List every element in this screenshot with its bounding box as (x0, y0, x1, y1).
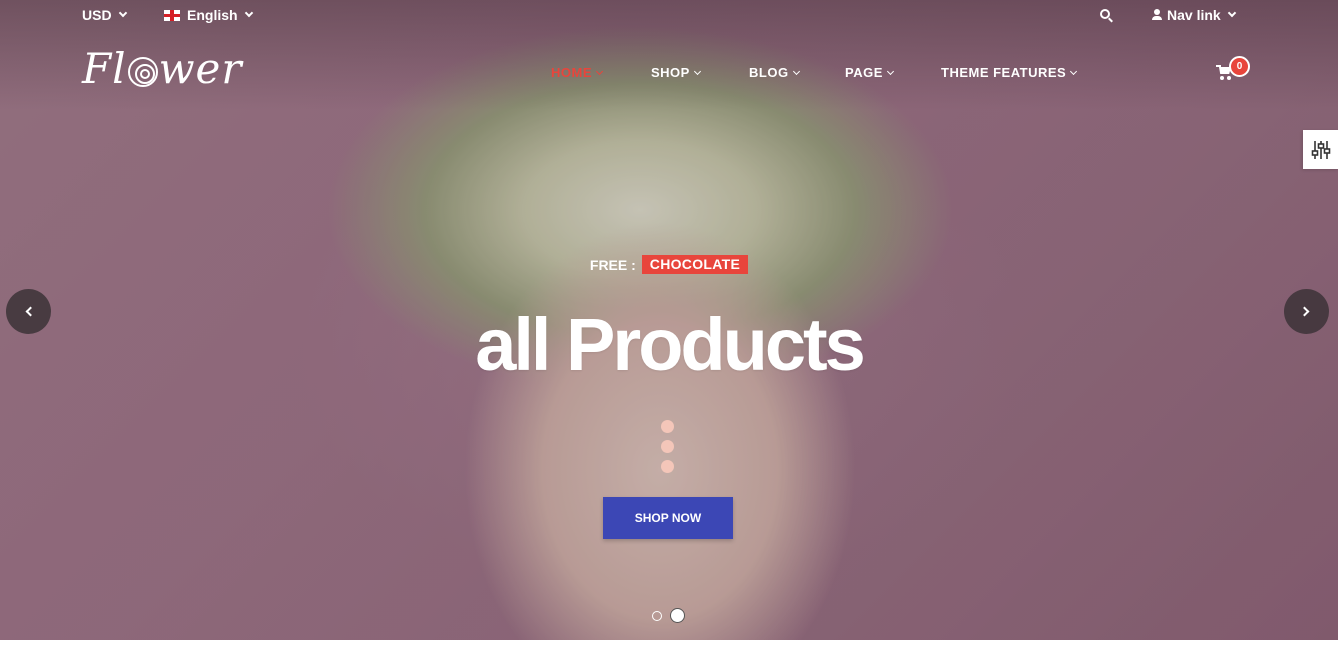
logo-text-end: wer (158, 44, 243, 93)
nav-item-label: SHOP (651, 65, 690, 80)
slide-dot-2[interactable] (670, 608, 685, 623)
chevron-down-icon (1070, 67, 1078, 75)
nav-item-page[interactable]: PAGE (845, 65, 894, 80)
nav-item-theme-features[interactable]: THEME FEATURES (941, 65, 1078, 80)
nav-link-dropdown[interactable]: Nav link (1151, 7, 1236, 23)
nav-item-label: PAGE (845, 65, 883, 80)
promo-badge: CHOCOLATE (641, 255, 749, 274)
language-selector[interactable]: English (164, 7, 253, 23)
settings-sliders-icon (1311, 140, 1330, 159)
search-icon (1100, 9, 1110, 19)
nav-item-label: THEME FEATURES (941, 65, 1067, 80)
promo-line: FREE : CHOCOLATE (0, 255, 1338, 274)
language-label: English (187, 7, 238, 23)
chevron-down-icon (1227, 8, 1236, 18)
chevron-down-icon (595, 67, 604, 75)
site-logo[interactable]: Fl wer (82, 44, 242, 93)
nav-item-home[interactable]: HOME (551, 65, 604, 80)
top-bar: USD English Nav link (0, 0, 1338, 30)
user-icon (1151, 9, 1163, 21)
nav-item-label: BLOG (749, 65, 789, 80)
cart-count-badge: 0 (1229, 56, 1250, 77)
promo-label: FREE : (589, 256, 636, 273)
nav-item-label: HOME (551, 65, 592, 80)
chevron-down-icon (693, 67, 701, 75)
shop-now-button[interactable]: SHOP NOW (603, 497, 733, 539)
search-button[interactable] (1100, 9, 1110, 19)
chevron-down-icon (118, 8, 127, 18)
currency-selector[interactable]: USD (82, 7, 127, 23)
hero-headline: all Products (475, 303, 866, 386)
chevron-down-icon (792, 67, 800, 75)
rose-icon (127, 56, 158, 87)
slider-pagination (652, 608, 685, 623)
theme-settings-toggle[interactable] (1303, 130, 1338, 169)
decorative-dot (661, 440, 674, 453)
slide-dot-1[interactable] (652, 610, 662, 621)
nav-item-blog[interactable]: BLOG (749, 65, 800, 80)
chevron-down-icon (886, 67, 894, 75)
uk-flag-icon (164, 9, 180, 21)
logo-text-start: Fl (82, 44, 127, 93)
hero-slider: USD English Nav link Fl wer HOME SHOP BL… (0, 0, 1338, 640)
nav-link-label: Nav link (1167, 7, 1221, 23)
chevron-down-icon (244, 8, 253, 18)
decorative-dot (661, 420, 674, 433)
nav-item-shop[interactable]: SHOP (651, 65, 701, 80)
decorative-dot (661, 460, 674, 473)
currency-label: USD (82, 7, 112, 23)
